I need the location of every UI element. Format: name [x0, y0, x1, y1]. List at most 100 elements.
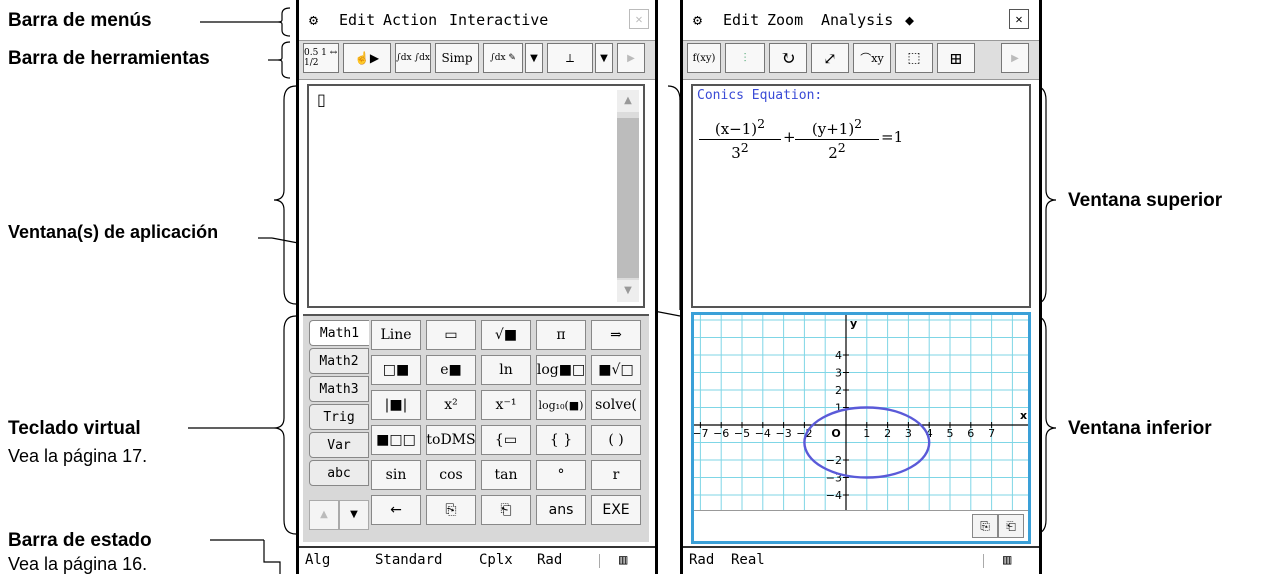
- menu-edit[interactable]: Edit: [339, 11, 375, 29]
- scrollbar-thumb[interactable]: [617, 118, 639, 278]
- status-divider: [599, 554, 600, 568]
- toolbar-graph-icon[interactable]: ⟂: [547, 43, 593, 73]
- key-sin[interactable]: sin: [371, 460, 421, 490]
- left-toolbar: 0.5 1 ↔ 1/2 ☝▶ ∫dx ∫dx Simp ∫dx ✎ ▼ ⟂ ▼ …: [299, 40, 655, 80]
- scroll-down-icon[interactable]: ▼: [617, 280, 639, 302]
- x-axis-label: x: [1020, 409, 1027, 422]
- toolbar-integral-edit-button[interactable]: ∫dx ✎: [483, 43, 523, 73]
- toolbar-scroll-right-icon[interactable]: ▶: [617, 43, 645, 73]
- settings-gear-icon[interactable]: ⚙: [309, 11, 318, 29]
- status-complex: Cplx: [479, 552, 513, 568]
- key-ln[interactable]: ln: [481, 355, 531, 385]
- kb-scroll-up-icon[interactable]: ▲: [309, 500, 339, 530]
- key-inverse[interactable]: x⁻¹: [481, 390, 531, 420]
- key-sqrt[interactable]: √■: [481, 320, 531, 350]
- x-tick-label: 3: [905, 427, 912, 440]
- menu-analysis[interactable]: Analysis: [821, 11, 893, 29]
- key-tan[interactable]: tan: [481, 460, 531, 490]
- close-icon[interactable]: ✕: [629, 9, 649, 29]
- y-tick-label: −2: [826, 454, 842, 467]
- key-power[interactable]: □■: [371, 355, 421, 385]
- menu-action[interactable]: Action: [383, 11, 437, 29]
- settings-gear-icon[interactable]: ⚙: [693, 11, 702, 29]
- status-angle: Rad: [689, 552, 715, 568]
- key-todms[interactable]: toDMS: [426, 425, 476, 455]
- key-cos[interactable]: cos: [426, 460, 476, 490]
- exponent: 2: [837, 140, 846, 155]
- toolbar-integral-button[interactable]: ∫dx ∫dx: [395, 43, 431, 73]
- toolbar-hand-play-button[interactable]: ☝▶: [343, 43, 391, 73]
- main-application-window[interactable]: ▯ ▲ ▼: [307, 84, 645, 308]
- key-copy[interactable]: ⎘: [426, 495, 476, 525]
- kb-tab-trig[interactable]: Trig: [309, 404, 369, 430]
- key-piecewise[interactable]: {▭: [481, 425, 531, 455]
- conics-graph[interactable]: −7 −6 −5 −4 −3 −2 O 1 2 3 4 5 6 74321−2−3−4xy: [694, 315, 1028, 511]
- x-tick-label: 5: [947, 427, 954, 440]
- kb-tab-abc[interactable]: abc: [309, 460, 369, 486]
- kb-tab-math2[interactable]: Math2: [309, 348, 369, 374]
- toolbar-graph-lines-icon[interactable]: ⫶: [725, 43, 765, 73]
- toolbar-scroll-right-icon[interactable]: ▶: [1001, 43, 1029, 73]
- exponent: 2: [854, 116, 863, 131]
- key-log-base[interactable]: log■□: [536, 355, 586, 385]
- toolbar-dropdown2-icon[interactable]: ▼: [595, 43, 613, 73]
- toolbar-zoom-box-icon[interactable]: ⬚: [895, 43, 933, 73]
- kb-scroll-down-icon[interactable]: ▼: [339, 500, 369, 530]
- key-abs[interactable]: |■|: [371, 390, 421, 420]
- key-implies[interactable]: ⇒: [591, 320, 641, 350]
- lower-window-graph[interactable]: −7 −6 −5 −4 −3 −2 O 1 2 3 4 5 6 7 4 3 2 1 −2 −3 −4 x y ⎘ ⎗: [691, 312, 1031, 544]
- toolbar-redraw-icon[interactable]: ↻: [769, 43, 807, 73]
- kb-tab-math1[interactable]: Math1: [309, 320, 369, 346]
- status-number-mode: Real: [731, 552, 765, 568]
- toolbar-dropdown-icon[interactable]: ▼: [525, 43, 543, 73]
- toolbar-trace-icon[interactable]: ⌒xy: [853, 43, 891, 73]
- scroll-up-icon[interactable]: ▲: [617, 90, 639, 112]
- status-mode: Alg: [305, 552, 331, 568]
- plus-sign: +: [783, 128, 796, 146]
- key-pi[interactable]: π: [536, 320, 586, 350]
- x-tick-label: −5: [734, 427, 750, 440]
- left-status-bar: Alg Standard Cplx Rad ▥: [299, 546, 655, 574]
- x-tick-label: 2: [884, 427, 891, 440]
- key-line[interactable]: Line: [371, 320, 421, 350]
- menu-interactive[interactable]: Interactive: [449, 11, 548, 29]
- upper-window[interactable]: Conics Equation: (x−1)2 32 + (y+1)2 22 =…: [691, 84, 1031, 308]
- copy-icon[interactable]: ⎘: [972, 514, 998, 538]
- key-ans[interactable]: ans: [536, 495, 586, 525]
- key-degree[interactable]: °: [536, 460, 586, 490]
- virtual-keyboard: Math1 Math2 Math3 Trig Var abc ▲ ▼ Line ▭…: [303, 314, 649, 542]
- close-icon[interactable]: ✕: [1009, 9, 1029, 29]
- scrollbar[interactable]: ▲ ▼: [617, 90, 639, 302]
- left-calculator-screen: ⚙ Edit Action Interactive ✕ 0.5 1 ↔ 1/2 …: [296, 0, 658, 574]
- key-solve[interactable]: solve(: [591, 390, 641, 420]
- graph-input-bar[interactable]: ⎘ ⎗: [694, 510, 1028, 541]
- key-backspace[interactable]: ←: [371, 495, 421, 525]
- conics-equation-title: Conics Equation:: [697, 88, 823, 103]
- x-tick-label: 1: [863, 427, 870, 440]
- key-parens[interactable]: ( ): [591, 425, 641, 455]
- toolbar-fxy-button[interactable]: f(xy): [687, 43, 721, 73]
- key-nth-root[interactable]: ■√□: [591, 355, 641, 385]
- menu-zoom[interactable]: Zoom: [767, 11, 803, 29]
- key-matrix[interactable]: ■□□: [371, 425, 421, 455]
- key-braces[interactable]: { }: [536, 425, 586, 455]
- key-exe[interactable]: EXE: [591, 495, 641, 525]
- paste-icon[interactable]: ⎗: [998, 514, 1024, 538]
- key-exp[interactable]: e■: [426, 355, 476, 385]
- key-fraction[interactable]: ▭: [426, 320, 476, 350]
- kb-tab-var[interactable]: Var: [309, 432, 369, 458]
- key-square[interactable]: x²: [426, 390, 476, 420]
- toolbar-zoom-fit-icon[interactable]: ⤢: [811, 43, 849, 73]
- battery-icon: ▥: [619, 552, 628, 568]
- menu-edit[interactable]: Edit: [723, 11, 759, 29]
- kb-tab-math3[interactable]: Math3: [309, 376, 369, 402]
- key-radian[interactable]: r: [591, 460, 641, 490]
- battery-icon: ▥: [1003, 552, 1012, 568]
- menu-diamond-icon[interactable]: ◆: [905, 11, 914, 29]
- key-log10[interactable]: log₁₀(■): [536, 390, 586, 420]
- toolbar-simp-button[interactable]: Simp: [435, 43, 479, 73]
- key-paste[interactable]: ⎗: [481, 495, 531, 525]
- toolbar-convert-button[interactable]: 0.5 1 ↔ 1/2: [303, 43, 339, 73]
- right-status-bar: Rad Real ▥: [683, 546, 1039, 574]
- toolbar-window-swap-icon[interactable]: ⊞: [937, 43, 975, 73]
